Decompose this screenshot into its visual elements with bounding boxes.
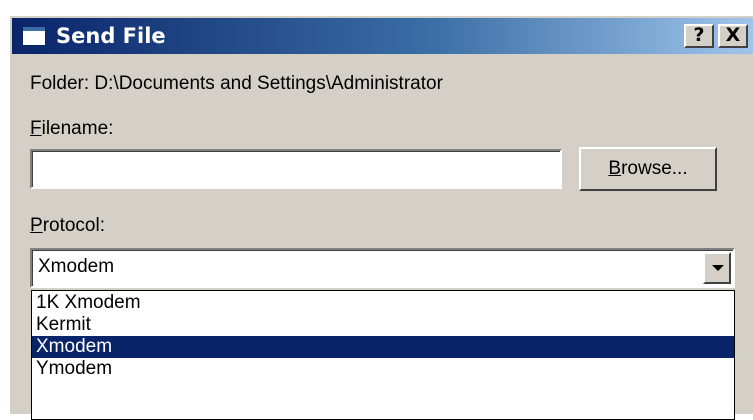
browse-label-text: rowse... — [621, 158, 688, 179]
protocol-label: Protocol: — [30, 215, 105, 237]
protocol-selected-value: Xmodem — [38, 256, 115, 277]
close-button[interactable]: X — [718, 24, 748, 48]
help-button[interactable]: ? — [684, 24, 714, 48]
window-icon — [22, 26, 46, 46]
protocol-mnemonic: P — [30, 215, 43, 236]
filename-mnemonic: F — [30, 118, 42, 139]
browse-button[interactable]: Browse... — [579, 147, 717, 191]
protocol-label-text: rotocol: — [42, 215, 105, 236]
title-bar[interactable]: Send File ? X — [12, 18, 753, 54]
protocol-option-ymodem[interactable]: Ymodem — [32, 358, 734, 380]
protocol-option-xmodem[interactable]: Xmodem — [32, 336, 734, 358]
window-title: Send File — [56, 24, 166, 48]
protocol-dropdown-list: 1K Xmodem Kermit Xmodem Ymodem — [31, 290, 735, 420]
chevron-down-icon[interactable] — [703, 252, 731, 284]
browse-mnemonic: B — [608, 158, 622, 179]
protocol-option-1k-xmodem[interactable]: 1K Xmodem — [32, 292, 734, 314]
protocol-option-kermit[interactable]: Kermit — [32, 314, 734, 336]
filename-label-text: ilename: — [41, 118, 114, 139]
filename-input[interactable] — [30, 149, 562, 189]
filename-label: Filename: — [30, 118, 113, 140]
folder-path: Folder: D:\Documents and Settings\Admini… — [30, 73, 443, 94]
protocol-select[interactable]: Xmodem — [30, 248, 735, 288]
